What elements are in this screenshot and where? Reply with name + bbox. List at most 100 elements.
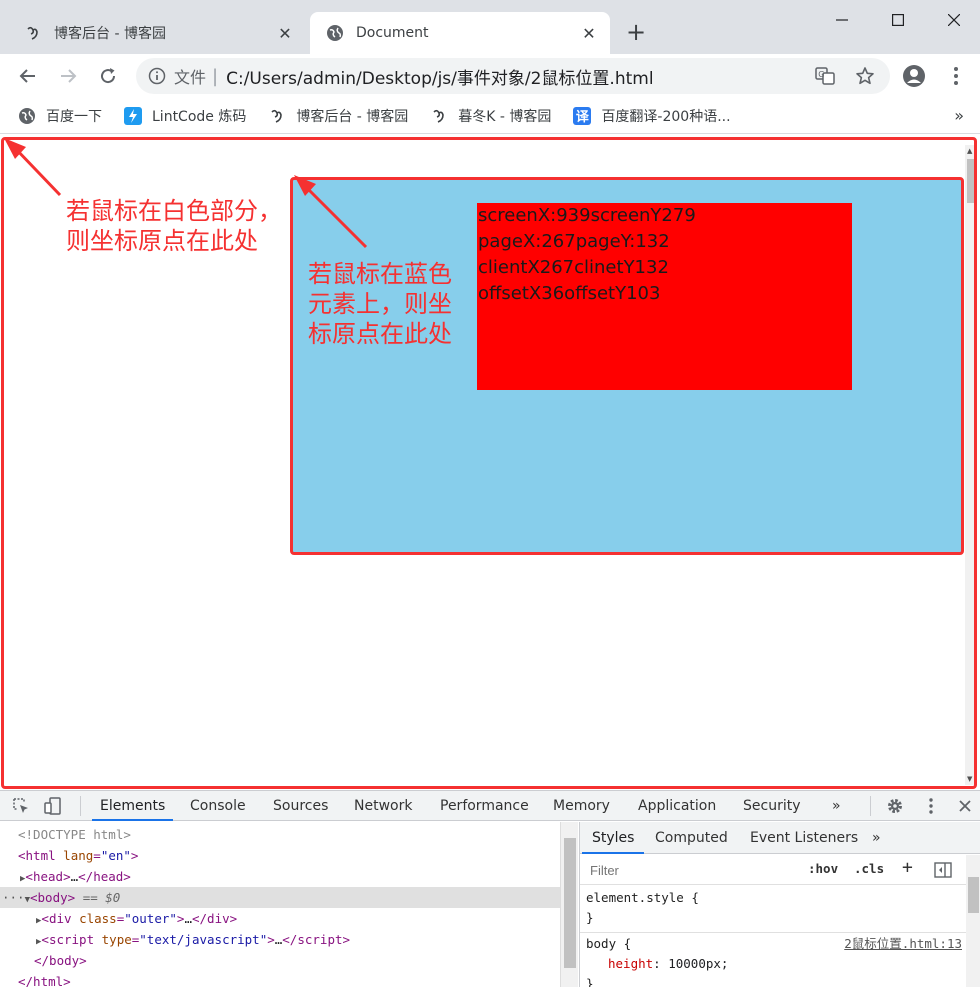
tag-name: div [48, 911, 72, 926]
arrow-to-page-origin [4, 138, 62, 197]
hover-state-button[interactable]: :hov [808, 861, 838, 876]
closing-tag: </html> [18, 974, 71, 987]
window-close-button[interactable] [926, 0, 980, 40]
tab-title: 博客后台 - 博客园 [54, 26, 166, 42]
address-bar[interactable]: 文件 | C:/Users/admin/Desktop/js/事件对象/2鼠标位… [136, 58, 890, 94]
tab-close-icon[interactable]: ✕ [276, 24, 294, 43]
bookmarks-overflow-button[interactable]: » [954, 106, 964, 125]
rule-body-declaration[interactable]: height: 10000px; [608, 954, 728, 974]
rule-element-style-selector[interactable]: element.style { [586, 888, 699, 908]
css-value: 10000px; [668, 956, 729, 971]
styles-sidebar: Styles Computed Event Listeners » :hov .… [579, 822, 980, 987]
tab-styles[interactable]: Styles [582, 822, 645, 854]
browser-menu-icon[interactable] [944, 64, 968, 88]
tab-sources[interactable]: Sources [265, 791, 336, 821]
bookmark-baidu[interactable]: 百度一下 [18, 106, 102, 126]
new-rule-button[interactable]: + [902, 857, 913, 878]
tab-elements[interactable]: Elements [92, 791, 174, 821]
inspect-element-icon[interactable] [10, 795, 32, 817]
device-toolbar-icon[interactable] [42, 795, 64, 817]
bookmark-cnblogs-admin[interactable]: 博客后台 - 博客园 [268, 106, 408, 126]
tab-memory[interactable]: Memory [545, 791, 618, 821]
devtools-toolbar: Elements Console Sources Network Perform… [0, 791, 980, 821]
tab-computed[interactable]: Computed [645, 822, 738, 854]
scrollbar-thumb[interactable] [968, 877, 979, 913]
page-viewport[interactable]: screenX:939screenY279 pageX:267pageY:132… [0, 135, 980, 790]
elements-scrollbar[interactable] [560, 822, 578, 987]
rule-body-selector[interactable]: body { [586, 934, 631, 954]
tab-application[interactable]: Application [630, 791, 724, 821]
profile-avatar-icon[interactable] [902, 64, 926, 88]
tab-console[interactable]: Console [182, 791, 254, 821]
more-tabs-button[interactable]: » [824, 791, 849, 821]
forward-button[interactable] [52, 60, 84, 92]
tag-name: div [207, 911, 230, 926]
bookmark-mudongk[interactable]: 暮冬K - 博客园 [430, 106, 551, 126]
tab-security[interactable]: Security [735, 791, 809, 821]
scrollbar-thumb[interactable] [967, 159, 975, 203]
tag-name: script [48, 932, 95, 947]
scrollbar-thumb[interactable] [564, 838, 576, 968]
tab-network[interactable]: Network [346, 791, 420, 821]
tab-strip: 博客后台 - 博客园 ✕ Document ✕ + [0, 0, 980, 54]
tab-close-icon[interactable]: ✕ [580, 24, 598, 43]
bookmark-label: 博客后台 - 博客园 [296, 108, 409, 125]
dom-head-node[interactable]: ▶<head>…</head> [0, 866, 560, 887]
tab-document[interactable]: Document ✕ [310, 12, 610, 54]
dom-div-outer-node[interactable]: ▶<div class="outer">…</div> [0, 908, 560, 929]
attr-value: "text/javascript" [139, 932, 268, 947]
back-button[interactable] [12, 60, 44, 92]
bookmark-baidu-translate[interactable]: 译 百度翻译-200种语... [573, 106, 731, 126]
window-minimize-button[interactable] [814, 0, 870, 40]
browser-toolbar: 文件 | C:/Users/admin/Desktop/js/事件对象/2鼠标位… [0, 54, 980, 98]
devtools-close-icon[interactable] [954, 795, 976, 817]
tab-performance[interactable]: Performance [432, 791, 537, 821]
baidu-translate-icon: 译 [573, 106, 592, 125]
collapsed-ellipsis: … [70, 869, 79, 884]
rule-source-link[interactable]: 2鼠标位置.html:13 [844, 934, 962, 954]
styles-more-tabs-button[interactable]: » [862, 822, 891, 854]
scroll-up-icon[interactable]: ▲ [967, 147, 972, 155]
class-toggle-button[interactable]: .cls [854, 861, 884, 876]
dom-body-close[interactable]: </body> [0, 950, 560, 971]
page-scrollbar[interactable]: ▲ ▼ [965, 145, 977, 785]
dom-body-node[interactable]: ···▼<body> == $0 [0, 887, 560, 908]
offset-coords: offsetX36offsetY103 [478, 283, 661, 304]
tab-title: Document [356, 25, 429, 41]
dom-script-node[interactable]: ▶<script type="text/javascript">…</scrip… [0, 929, 560, 950]
elements-tree[interactable]: <!DOCTYPE html> <html lang="en"> ▶<head>… [0, 822, 578, 987]
attr-name: type [101, 932, 132, 947]
translate-icon[interactable]: G [812, 63, 838, 89]
row-actions-icon[interactable]: ··· [2, 890, 25, 905]
arrow-left-icon [19, 69, 35, 83]
settings-gear-icon[interactable] [884, 795, 906, 817]
scheme-separator: | [212, 65, 219, 87]
bookmark-label: 暮冬K - 博客园 [458, 108, 552, 125]
tag-name: head [93, 869, 124, 884]
bookmark-label: LintCode 炼码 [152, 108, 247, 125]
info-icon[interactable] [148, 67, 166, 85]
window-maximize-button[interactable] [870, 0, 926, 40]
attr-value: "outer" [124, 911, 177, 926]
new-tab-button[interactable]: + [622, 18, 650, 46]
reload-icon [101, 68, 116, 84]
toggle-sidebar-icon[interactable] [934, 862, 952, 882]
tab-event-listeners[interactable]: Event Listeners [740, 822, 868, 854]
dom-html-node[interactable]: <html lang="en"> [0, 845, 560, 866]
bookmark-lintcode[interactable]: LintCode 炼码 [124, 106, 246, 126]
doctype-text: <!DOCTYPE html> [18, 827, 131, 842]
styles-scrollbar[interactable] [966, 855, 980, 987]
url-text[interactable]: C:/Users/admin/Desktop/js/事件对象/2鼠标位置.htm… [226, 64, 798, 89]
svg-text:G: G [818, 70, 824, 79]
styles-filter-input[interactable] [584, 859, 796, 881]
mouse-info-box[interactable]: screenX:939screenY279 pageX:267pageY:132… [477, 203, 852, 390]
tab-cnblogs-admin[interactable]: 博客后台 - 博客园 ✕ [0, 12, 306, 54]
star-icon[interactable] [852, 63, 878, 89]
scroll-down-icon[interactable]: ▼ [967, 775, 972, 783]
rule-body-close: } [586, 976, 594, 987]
dom-html-close[interactable]: </html> [0, 971, 560, 987]
page-coords: pageX:267pageY:132 [478, 231, 670, 252]
devtools-menu-icon[interactable] [920, 795, 942, 817]
reload-button[interactable] [92, 60, 124, 92]
dom-doctype[interactable]: <!DOCTYPE html> [0, 824, 560, 845]
